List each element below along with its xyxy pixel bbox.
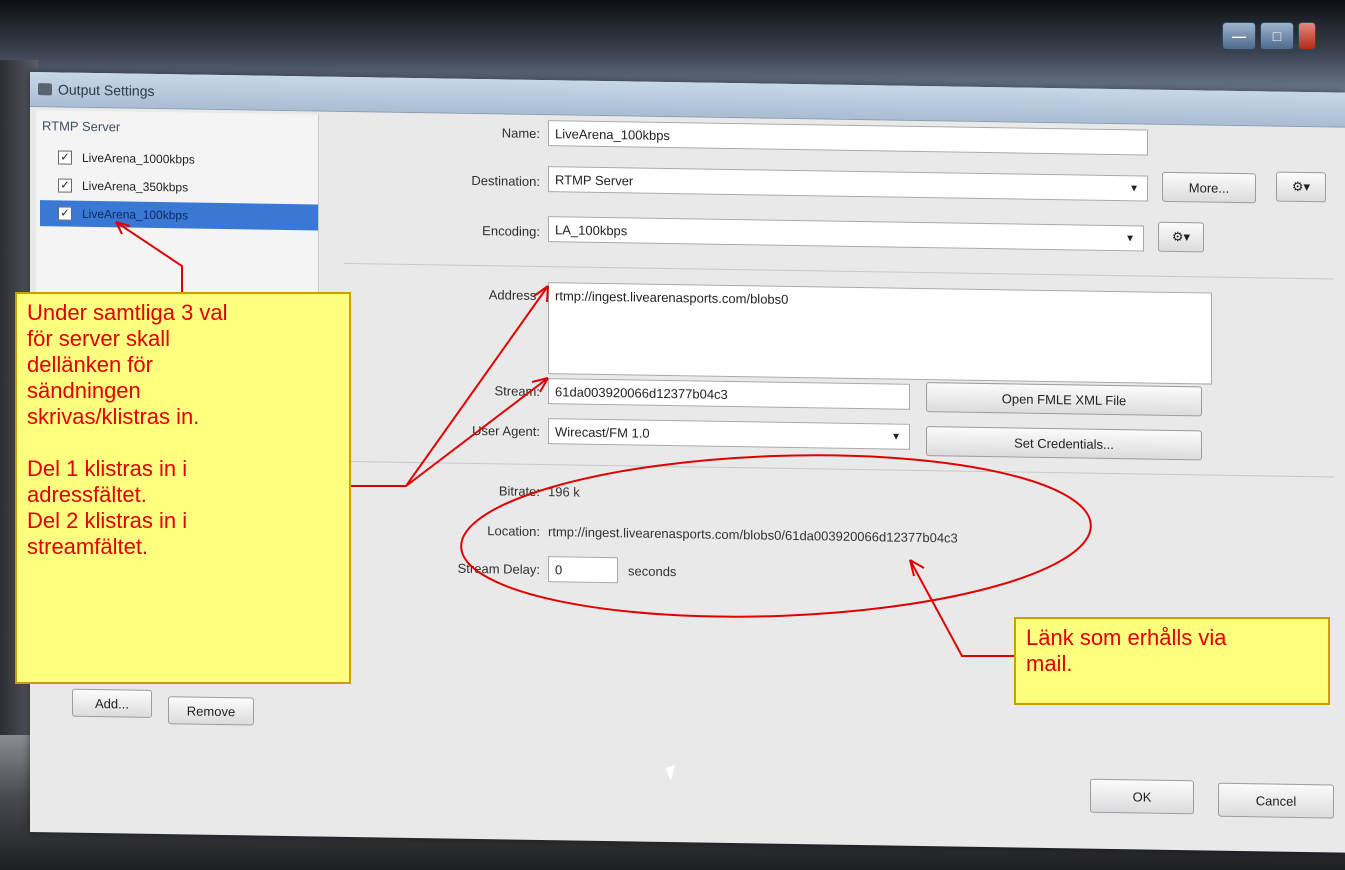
address-field[interactable]: rtmp://ingest.livearenasports.com/blobs0 xyxy=(548,282,1212,385)
server-item-label: LiveArena_1000kbps xyxy=(82,150,195,167)
bitrate-label: Bitrate: xyxy=(498,483,540,500)
stream-delay-field[interactable]: 0 xyxy=(548,556,618,584)
destination-value: RTMP Server xyxy=(555,172,634,189)
cancel-button[interactable]: Cancel xyxy=(1218,782,1334,819)
add-button[interactable]: Add... xyxy=(72,688,152,718)
seconds-label: seconds xyxy=(628,563,677,580)
divider xyxy=(344,262,1334,280)
group-label: RTMP Server xyxy=(42,118,121,135)
checkbox-icon[interactable]: ✓ xyxy=(58,206,72,221)
chevron-down-icon: ▼ xyxy=(1125,233,1135,245)
server-item-100kbps[interactable]: ✓ LiveArena_100kbps xyxy=(40,200,318,231)
stream-label: Stream: xyxy=(494,383,540,400)
note-line: sändningen xyxy=(27,378,141,403)
note-line: Del 1 klistras in i xyxy=(27,456,188,481)
user-agent-label: User Agent: xyxy=(472,422,540,440)
server-item-350kbps[interactable]: ✓ LiveArena_350kbps xyxy=(40,172,318,202)
dialog-title: Output Settings xyxy=(58,81,155,99)
address-label: Address: xyxy=(488,287,540,304)
app-icon xyxy=(38,83,52,96)
note-line: Länk som erhålls via xyxy=(1026,625,1227,650)
server-item-label: LiveArena_350kbps xyxy=(82,178,189,195)
close-button[interactable] xyxy=(1298,22,1316,50)
window-controls: — □ xyxy=(1222,22,1316,50)
maximize-button[interactable]: □ xyxy=(1260,22,1294,50)
note-line: Del 2 klistras in i xyxy=(27,508,188,533)
location-label: Location: xyxy=(487,523,540,540)
divider xyxy=(344,460,1334,478)
name-label: Name: xyxy=(501,125,540,142)
chevron-down-icon: ▼ xyxy=(891,431,901,443)
encoding-gear-icon[interactable]: ⚙▾ xyxy=(1158,221,1204,253)
remove-button[interactable]: Remove xyxy=(168,696,254,726)
more-button[interactable]: More... xyxy=(1162,171,1256,204)
set-credentials-button[interactable]: Set Credentials... xyxy=(926,426,1202,461)
user-agent-value: Wirecast/FM 1.0 xyxy=(555,424,650,441)
open-fmle-xml-button[interactable]: Open FMLE XML File xyxy=(926,382,1202,417)
encoding-value: LA_100kbps xyxy=(555,222,628,239)
ok-button[interactable]: OK xyxy=(1090,778,1194,815)
instruction-note-right: Länk som erhålls via mail. xyxy=(1014,617,1330,705)
destination-label: Destination: xyxy=(471,172,540,190)
name-field[interactable]: LiveArena_100kbps xyxy=(548,120,1148,156)
server-item-label: LiveArena_100kbps xyxy=(82,206,189,223)
checkbox-icon[interactable]: ✓ xyxy=(58,178,72,193)
note-line: för server skall xyxy=(27,326,171,351)
location-value: rtmp://ingest.livearenasports.com/blobs0… xyxy=(548,524,958,546)
encoding-select[interactable]: LA_100kbps ▼ xyxy=(548,216,1144,252)
note-line: skrivas/klistras in. xyxy=(27,404,200,429)
stream-field[interactable]: 61da003920066d12377b04c3 xyxy=(548,378,910,410)
instruction-note-left: Under samtliga 3 val för server skall de… xyxy=(15,292,351,684)
stream-delay-label: Stream Delay: xyxy=(457,560,540,578)
destination-select[interactable]: RTMP Server ▼ xyxy=(548,166,1148,202)
note-line: dellänken för xyxy=(27,352,153,377)
minimize-button[interactable]: — xyxy=(1222,22,1256,50)
note-line: mail. xyxy=(1026,651,1073,676)
encoding-label: Encoding: xyxy=(482,223,540,240)
checkbox-icon[interactable]: ✓ xyxy=(58,150,72,165)
note-line: streamfältet. xyxy=(27,534,149,559)
bitrate-value: 196 k xyxy=(548,484,580,500)
note-line: adressfältet. xyxy=(27,482,147,507)
note-line xyxy=(27,430,339,456)
user-agent-select[interactable]: Wirecast/FM 1.0 ▼ xyxy=(548,418,910,450)
server-item-1000kbps[interactable]: ✓ LiveArena_1000kbps xyxy=(40,144,318,174)
chevron-down-icon: ▼ xyxy=(1129,183,1139,195)
note-line: Under samtliga 3 val xyxy=(27,300,228,325)
destination-gear-icon[interactable]: ⚙▾ xyxy=(1276,171,1326,203)
